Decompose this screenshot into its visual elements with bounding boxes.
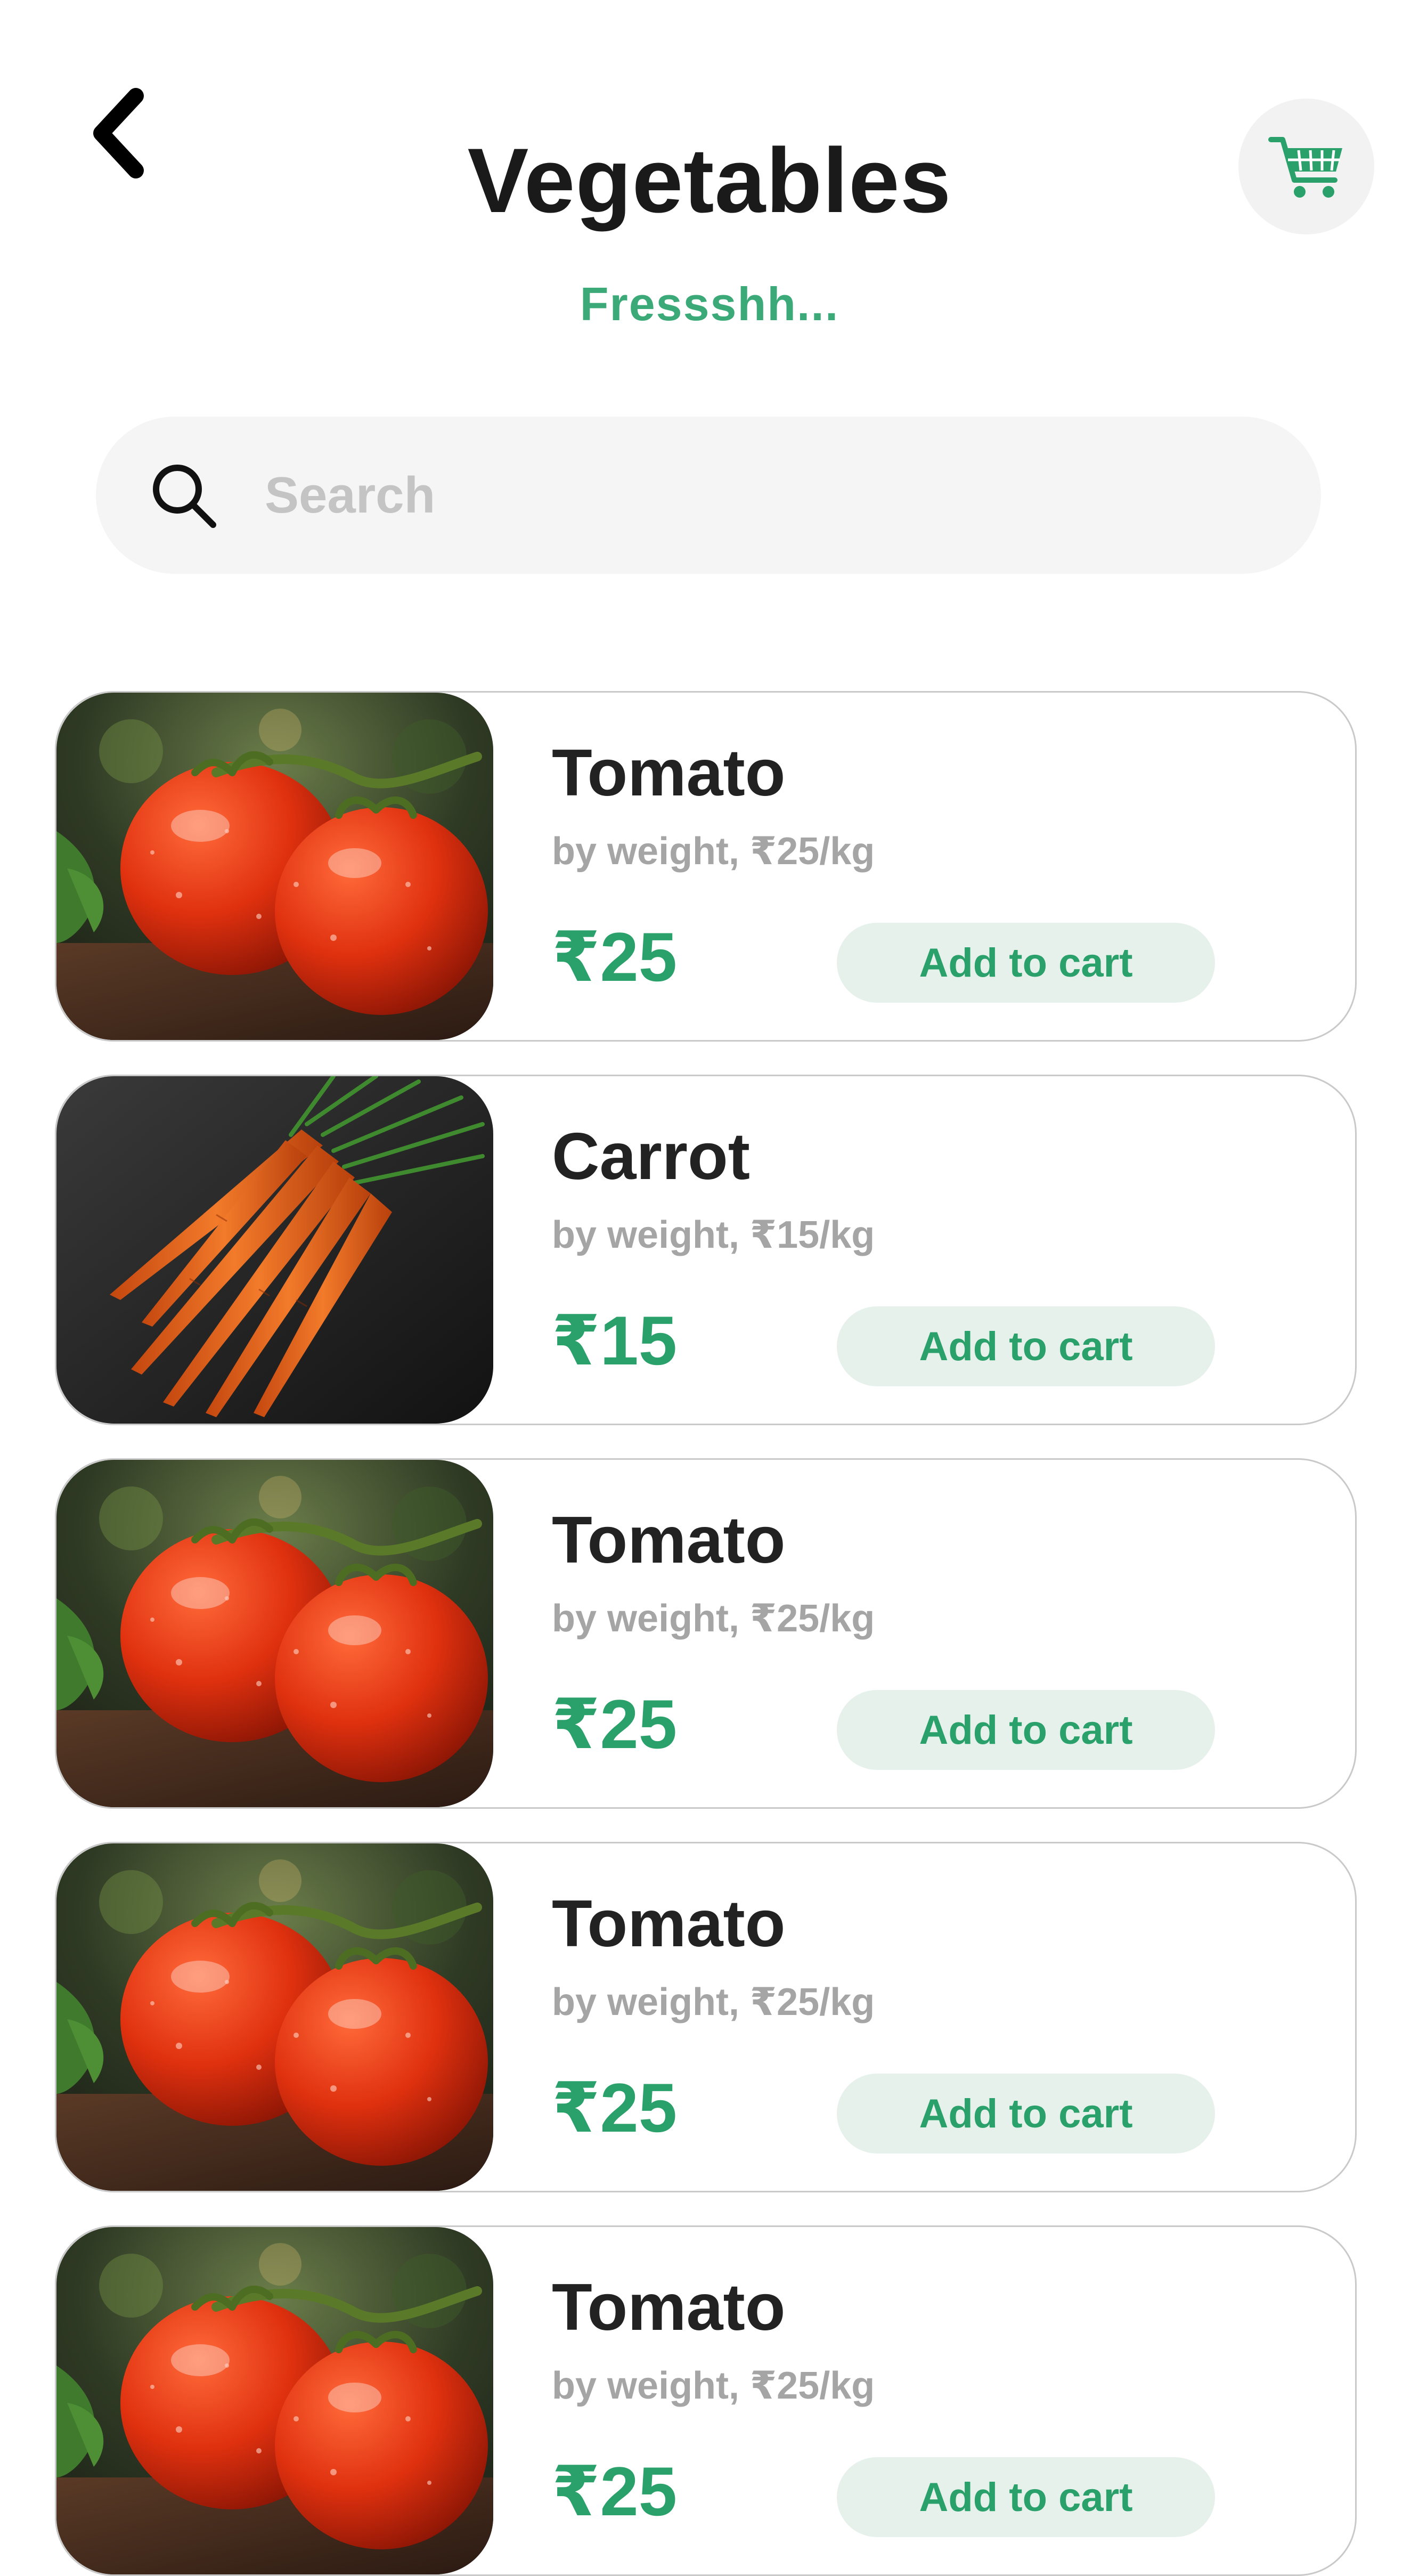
product-price: ₹25 — [552, 2069, 678, 2147]
cart-button[interactable] — [1238, 99, 1374, 234]
carrot-image — [56, 1076, 493, 1424]
product-price: ₹25 — [552, 1685, 678, 1763]
product-card[interactable]: Carrot by weight, ₹15/kg ₹15 Add to cart — [55, 1075, 1357, 1425]
add-to-cart-button[interactable]: Add to cart — [837, 1690, 1215, 1770]
page-subtitle: Fressshh... — [580, 278, 839, 330]
product-name: Tomato — [552, 1504, 786, 1577]
tomato-image — [56, 2227, 493, 2574]
search-input[interactable] — [264, 441, 1321, 549]
product-card[interactable]: Tomato by weight, ₹25/kg ₹25 Add to cart — [55, 2225, 1357, 2576]
product-name: Carrot — [552, 1120, 751, 1193]
product-card[interactable]: Tomato by weight, ₹25/kg ₹25 Add to cart — [55, 1458, 1357, 1809]
product-card[interactable]: Tomato by weight, ₹25/kg ₹25 Add to cart — [55, 691, 1357, 1042]
add-to-cart-button[interactable]: Add to cart — [837, 2074, 1215, 2154]
product-price: ₹25 — [552, 2452, 678, 2530]
add-to-cart-button[interactable]: Add to cart — [837, 923, 1215, 1003]
product-unit-price: by weight, ₹15/kg — [552, 1214, 875, 1256]
search-icon — [153, 464, 216, 528]
product-image — [56, 1076, 493, 1424]
product-name: Tomato — [552, 736, 786, 810]
product-unit-price: by weight, ₹25/kg — [552, 830, 875, 873]
tomato-image — [56, 693, 493, 1040]
shopping-cart-icon — [1268, 136, 1342, 198]
product-price: ₹15 — [552, 1302, 678, 1379]
page-title: Vegetables — [467, 129, 952, 232]
search-bar — [96, 417, 1321, 574]
add-to-cart-button[interactable]: Add to cart — [837, 2457, 1215, 2537]
product-unit-price: by weight, ₹25/kg — [552, 1597, 875, 1640]
product-name: Tomato — [552, 1887, 786, 1961]
product-image — [56, 2227, 493, 2574]
product-unit-price: by weight, ₹25/kg — [552, 2364, 875, 2407]
product-unit-price: by weight, ₹25/kg — [552, 1981, 875, 2024]
product-image — [56, 693, 493, 1040]
product-card[interactable]: Tomato by weight, ₹25/kg ₹25 Add to cart — [55, 1842, 1357, 2192]
product-image — [56, 1843, 493, 2191]
product-price: ₹25 — [552, 918, 678, 996]
tomato-image — [56, 1843, 493, 2191]
add-to-cart-button[interactable]: Add to cart — [837, 1306, 1215, 1386]
product-image — [56, 1460, 493, 1807]
product-name: Tomato — [552, 2271, 786, 2344]
tomato-image — [56, 1460, 493, 1807]
